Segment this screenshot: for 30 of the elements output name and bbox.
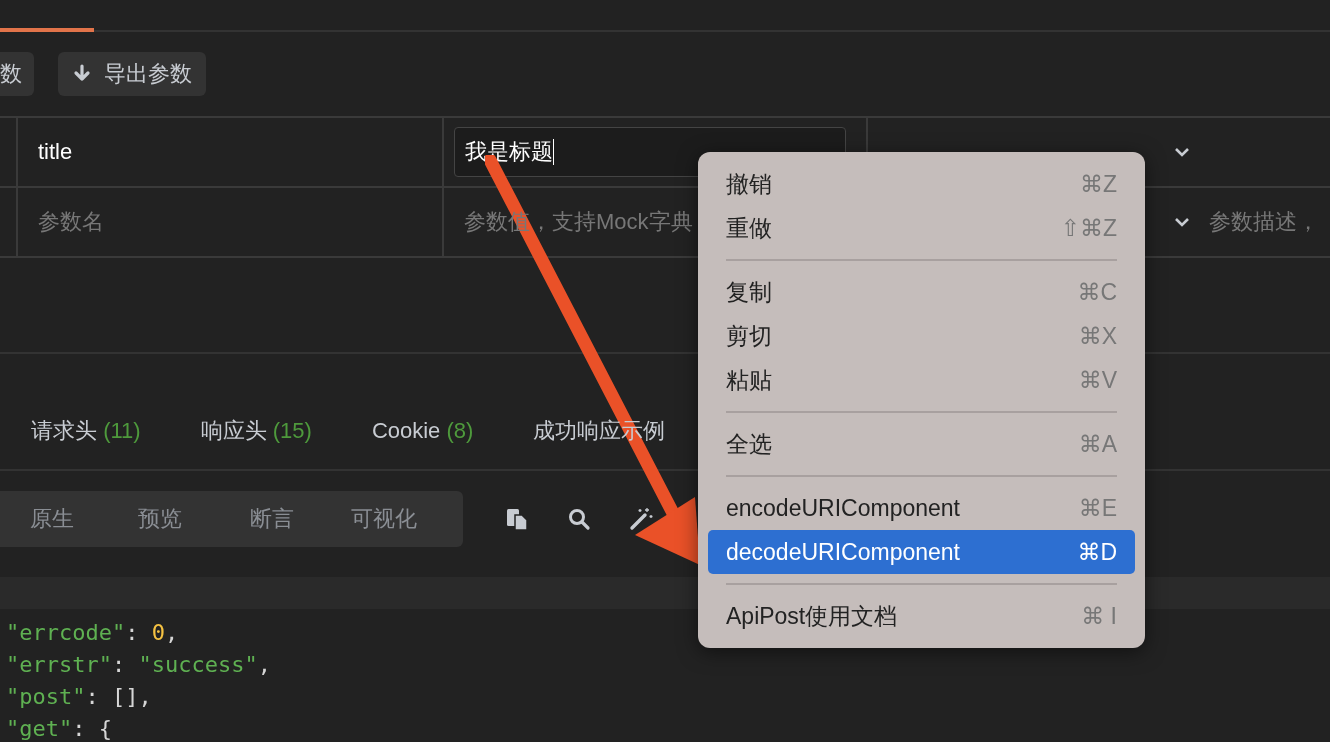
- search-icon[interactable]: [567, 507, 591, 531]
- menu-item[interactable]: encodeURIComponent ⌘E: [708, 486, 1135, 530]
- download-arrow-icon: [72, 64, 92, 84]
- export-button[interactable]: 导出参数: [58, 52, 206, 96]
- view-mode-tab[interactable]: 原生: [0, 504, 104, 534]
- code-line: "errcode": 0,: [6, 619, 179, 647]
- response-tab[interactable]: 请求头 (11): [31, 416, 141, 446]
- code-line: "post": [],: [6, 683, 152, 711]
- param-description-placeholder[interactable]: 参数描述，: [1209, 207, 1319, 237]
- chevron-down-icon[interactable]: [1173, 216, 1191, 228]
- toolbar-button[interactable]: 数: [0, 52, 34, 96]
- menu-item[interactable]: 重做 ⇧⌘Z: [708, 206, 1135, 250]
- chevron-down-icon[interactable]: [1173, 146, 1191, 158]
- param-name-placeholder[interactable]: 参数名: [38, 207, 104, 237]
- response-tab[interactable]: 响应头 (15): [200, 416, 312, 446]
- view-mode-tab[interactable]: 可视化: [328, 504, 440, 534]
- view-mode-tab[interactable]: 断言: [216, 504, 328, 534]
- copy-icon[interactable]: [505, 507, 529, 531]
- menu-item[interactable]: 粘贴 ⌘V: [708, 358, 1135, 402]
- view-mode-tab[interactable]: 预览: [104, 504, 216, 534]
- menu-item[interactable]: decodeURIComponent ⌘D: [708, 530, 1135, 574]
- menu-item[interactable]: ApiPost使用文档 ⌘ I: [708, 594, 1135, 638]
- response-tab[interactable]: Cookie (8): [371, 418, 474, 444]
- menu-item[interactable]: 全选 ⌘A: [708, 422, 1135, 466]
- menu-item[interactable]: 剪切 ⌘X: [708, 314, 1135, 358]
- code-line: "get": {: [6, 715, 112, 742]
- code-line: "errstr": "success",: [6, 651, 271, 679]
- magic-wand-icon[interactable]: [629, 507, 653, 531]
- menu-item[interactable]: 复制 ⌘C: [708, 270, 1135, 314]
- param-name: title: [38, 139, 73, 165]
